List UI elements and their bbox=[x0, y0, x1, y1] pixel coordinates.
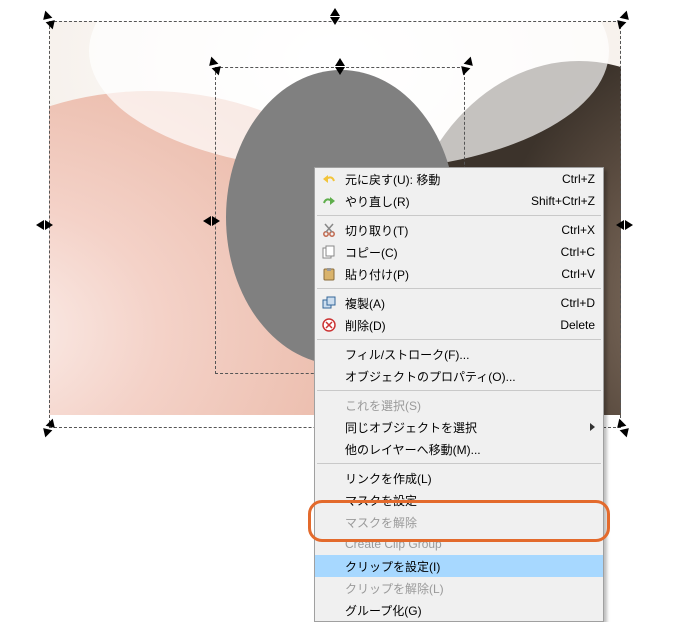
menu-item-label: オブジェクトのプロパティ(O)... bbox=[339, 368, 585, 385]
handle-sw[interactable] bbox=[41, 421, 55, 435]
menu-separator bbox=[317, 288, 601, 289]
menu-item-setmask[interactable]: マスクを設定 bbox=[315, 489, 603, 511]
menu-item-makelink[interactable]: リンクを作成(L) bbox=[315, 467, 603, 489]
menu-item-label: マスクを解除 bbox=[339, 514, 585, 531]
menu-item-copy[interactable]: コピー(C)Ctrl+C bbox=[315, 241, 603, 263]
menu-item-shortcut: Ctrl+C bbox=[551, 245, 595, 259]
menu-separator bbox=[317, 215, 601, 216]
delete-icon bbox=[319, 317, 339, 333]
menu-item-movelayer[interactable]: 他のレイヤーへ移動(M)... bbox=[315, 438, 603, 460]
blank-icon bbox=[319, 514, 339, 530]
menu-item-fillstroke[interactable]: フィル/ストローク(F)... bbox=[315, 343, 603, 365]
menu-item-shortcut: Ctrl+Z bbox=[552, 172, 595, 186]
menu-item-redo[interactable]: やり直し(R)Shift+Ctrl+Z bbox=[315, 190, 603, 212]
menu-item-undo[interactable]: 元に戻す(U): 移動Ctrl+Z bbox=[315, 168, 603, 190]
menu-item-paste[interactable]: 貼り付け(P)Ctrl+V bbox=[315, 263, 603, 285]
menu-item-setclip[interactable]: クリップを設定(I) bbox=[315, 555, 603, 577]
blank-icon bbox=[319, 419, 339, 435]
inner-handle-nw[interactable] bbox=[207, 59, 221, 73]
menu-separator bbox=[317, 339, 601, 340]
menu-item-selectsame[interactable]: 同じオブジェクトを選択 bbox=[315, 416, 603, 438]
blank-icon bbox=[319, 580, 339, 596]
menu-item-label: これを選択(S) bbox=[339, 397, 585, 414]
menu-item-label: フィル/ストローク(F)... bbox=[339, 346, 585, 363]
menu-item-label: 同じオブジェクトを選択 bbox=[339, 419, 585, 436]
menu-item-label: 他のレイヤーへ移動(M)... bbox=[339, 441, 585, 458]
blank-icon bbox=[319, 470, 339, 486]
menu-item-cut[interactable]: 切り取り(T)Ctrl+X bbox=[315, 219, 603, 241]
inner-handle-ne[interactable] bbox=[459, 59, 473, 73]
menu-item-objprops[interactable]: オブジェクトのプロパティ(O)... bbox=[315, 365, 603, 387]
menu-item-delete[interactable]: 削除(D)Delete bbox=[315, 314, 603, 336]
handle-ne[interactable] bbox=[615, 13, 629, 27]
menu-item-label: やり直し(R) bbox=[339, 193, 521, 210]
menu-item-group[interactable]: グループ化(G) bbox=[315, 599, 603, 621]
handle-se[interactable] bbox=[615, 421, 629, 435]
menu-item-label: マスクを設定 bbox=[339, 492, 585, 509]
duplicate-icon bbox=[319, 295, 339, 311]
menu-item-shortcut: Ctrl+V bbox=[551, 267, 595, 281]
menu-item-releaseclip: クリップを解除(L) bbox=[315, 577, 603, 599]
menu-item-label: 貼り付け(P) bbox=[339, 266, 551, 283]
menu-item-label: Create Clip Group bbox=[339, 537, 585, 551]
blank-icon bbox=[319, 558, 339, 574]
menu-item-duplicate[interactable]: 複製(A)Ctrl+D bbox=[315, 292, 603, 314]
menu-item-label: クリップを解除(L) bbox=[339, 580, 585, 597]
blank-icon bbox=[319, 602, 339, 618]
menu-item-label: 複製(A) bbox=[339, 295, 551, 312]
redo-icon bbox=[319, 193, 339, 209]
menu-separator bbox=[317, 390, 601, 391]
menu-item-label: 元に戻す(U): 移動 bbox=[339, 171, 552, 188]
menu-separator bbox=[317, 463, 601, 464]
menu-item-label: 削除(D) bbox=[339, 317, 550, 334]
menu-item-shortcut: Shift+Ctrl+Z bbox=[521, 194, 595, 208]
cut-icon bbox=[319, 222, 339, 238]
menu-item-releasemask: マスクを解除 bbox=[315, 511, 603, 533]
blank-icon bbox=[319, 536, 339, 552]
menu-item-label: コピー(C) bbox=[339, 244, 551, 261]
handle-nw[interactable] bbox=[41, 13, 55, 27]
copy-icon bbox=[319, 244, 339, 260]
menu-item-shortcut: Ctrl+D bbox=[551, 296, 595, 310]
menu-item-shortcut: Ctrl+X bbox=[551, 223, 595, 237]
blank-icon bbox=[319, 346, 339, 362]
undo-icon bbox=[319, 171, 339, 187]
blank-icon bbox=[319, 492, 339, 508]
menu-item-clipgroup: Create Clip Group bbox=[315, 533, 603, 555]
blank-icon bbox=[319, 397, 339, 413]
blank-icon bbox=[319, 368, 339, 384]
menu-item-label: グループ化(G) bbox=[339, 602, 585, 619]
menu-item-shortcut: Delete bbox=[550, 318, 595, 332]
menu-item-label: リンクを作成(L) bbox=[339, 470, 585, 487]
paste-icon bbox=[319, 266, 339, 282]
blank-icon bbox=[319, 441, 339, 457]
menu-item-label: クリップを設定(I) bbox=[339, 558, 585, 575]
menu-item-selectthis: これを選択(S) bbox=[315, 394, 603, 416]
context-menu: 元に戻す(U): 移動Ctrl+Zやり直し(R)Shift+Ctrl+Z切り取り… bbox=[314, 167, 604, 622]
menu-item-label: 切り取り(T) bbox=[339, 222, 551, 239]
